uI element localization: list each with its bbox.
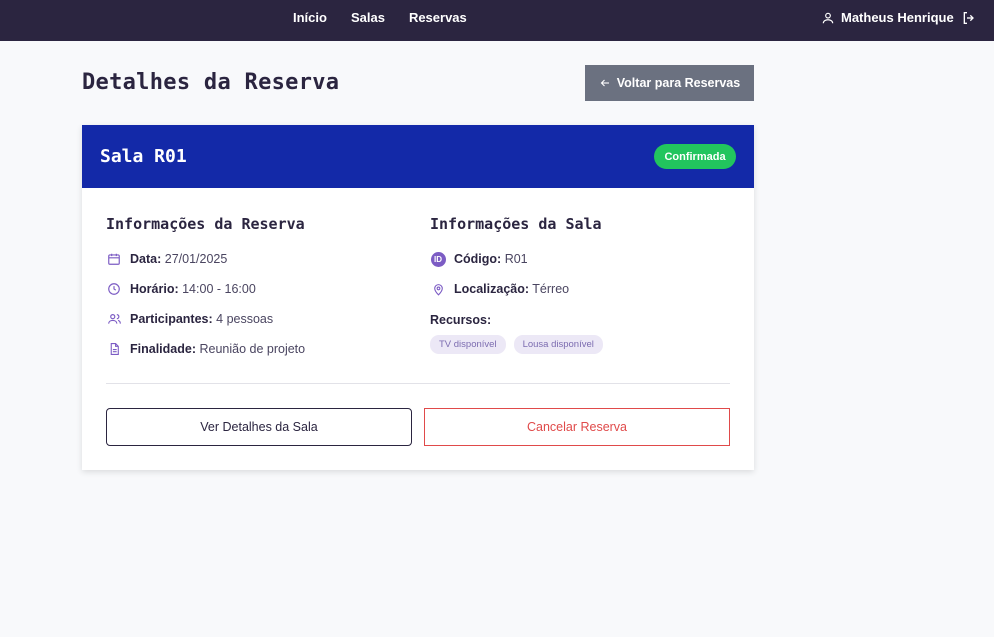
top-navbar: Início Salas Reservas Matheus Henrique [0, 0, 994, 41]
date-label: Data: [130, 252, 162, 266]
divider [106, 383, 730, 384]
date-row: Data: 27/01/2025 [106, 251, 227, 267]
calendar-icon [106, 251, 122, 267]
nav-inicio[interactable]: Início [293, 10, 327, 25]
participants-label: Participantes: [130, 312, 213, 326]
status-badge: Confirmada [654, 144, 736, 169]
location-label: Localização: [454, 282, 530, 296]
location-value: Térreo [532, 282, 570, 296]
users-icon [106, 311, 122, 327]
room-name: Sala R01 [100, 146, 187, 167]
time-row: Horário: 14:00 - 16:00 [106, 281, 256, 297]
back-to-bookings-button[interactable]: Voltar para Reservas [585, 65, 754, 101]
room-info-title: Informações da Sala [430, 215, 602, 233]
time-label: Horário: [130, 282, 179, 296]
nav-reservas[interactable]: Reservas [409, 10, 467, 25]
location-pin-icon [430, 281, 446, 297]
purpose-row: Finalidade: Reunião de projeto [106, 341, 305, 357]
resources-list: TV disponível Lousa disponível [430, 335, 603, 354]
resources-label: Recursos: [430, 313, 492, 327]
purpose-label: Finalidade: [130, 342, 196, 356]
clock-icon [106, 281, 122, 297]
user-name: Matheus Henrique [841, 10, 954, 25]
resource-tag: Lousa disponível [513, 335, 603, 354]
code-label: Código: [454, 252, 502, 266]
booking-info-title: Informações da Reserva [106, 215, 305, 233]
location-row: Localização: Térreo [430, 281, 569, 297]
back-button-label: Voltar para Reservas [616, 76, 741, 90]
user-icon [822, 12, 834, 23]
nav-salas[interactable]: Salas [351, 10, 385, 25]
date-value: 27/01/2025 [164, 252, 228, 266]
user-menu[interactable]: Matheus Henrique [821, 10, 954, 25]
card-header: Sala R01 Confirmada [82, 125, 754, 188]
document-icon [106, 341, 122, 357]
cancel-booking-button[interactable]: Cancelar Reserva [424, 408, 730, 446]
participants-value: 4 pessoas [216, 312, 274, 326]
main-nav: Início Salas Reservas [293, 10, 467, 25]
logout-icon[interactable] [961, 10, 977, 26]
purpose-value: Reunião de projeto [199, 342, 306, 356]
participants-row: Participantes: 4 pessoas [106, 311, 273, 327]
booking-card: Sala R01 Confirmada Informações da Reser… [82, 125, 754, 470]
resource-tag: TV disponível [430, 335, 506, 354]
arrow-left-icon [600, 79, 609, 87]
view-room-details-button[interactable]: Ver Detalhes da Sala [106, 408, 412, 446]
page-title: Detalhes da Reserva [82, 70, 340, 95]
code-value: R01 [504, 252, 528, 266]
id-badge-icon: ID [430, 251, 446, 267]
time-value: 14:00 - 16:00 [182, 282, 256, 296]
code-row: ID Código: R01 [430, 251, 528, 267]
